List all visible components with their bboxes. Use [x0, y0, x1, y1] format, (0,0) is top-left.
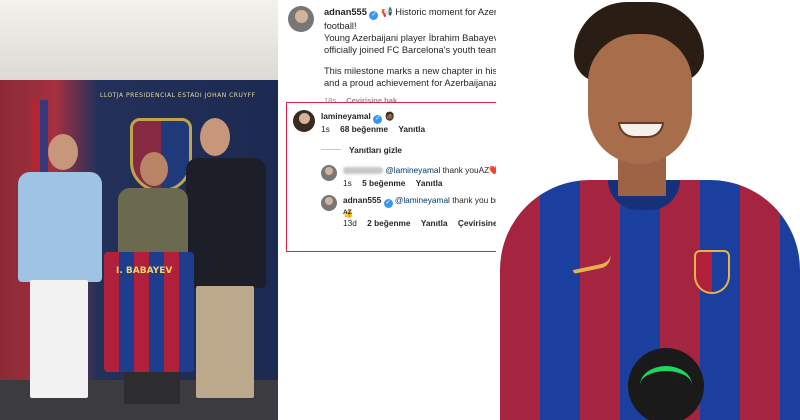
comment-avatar[interactable]	[293, 110, 315, 132]
face	[588, 34, 692, 164]
hide-replies[interactable]: Yanıtları gizle	[321, 145, 402, 156]
reply2-likes[interactable]: 2 beğenme	[367, 218, 410, 228]
verified-icon: ✓	[369, 11, 379, 20]
megaphone-icon: 📢	[381, 7, 393, 17]
ceiling	[0, 0, 278, 80]
reply1-avatar[interactable]	[321, 165, 337, 181]
verified-icon: ✓	[383, 199, 393, 208]
divider-line	[321, 149, 341, 150]
reply2-time: 13d	[343, 218, 357, 228]
sponsor-logo-wave	[640, 366, 692, 404]
reply1-time: 1s	[343, 178, 352, 188]
right-photo	[496, 0, 800, 420]
verified-icon: ✓	[373, 115, 383, 124]
reply1-body: @lamineyamal thank youAZ❤️	[343, 165, 500, 176]
hide-replies-label[interactable]: Yanıtları gizle	[349, 145, 402, 155]
comment-time: 1s	[321, 124, 330, 134]
reply1-reply-button[interactable]: Yanıtla	[416, 178, 443, 188]
reply2-reply-button[interactable]: Yanıtla	[421, 218, 448, 228]
comment-username[interactable]: lamineyamal	[321, 111, 371, 121]
comment-reply-button[interactable]: Yanıtla	[398, 124, 425, 134]
club-badge-icon	[694, 250, 730, 294]
reply1-mention[interactable]: @lamineyamal	[385, 165, 440, 175]
comment-likes[interactable]: 68 beğenme	[340, 124, 388, 134]
comment-text: 🧔🏾	[384, 111, 395, 121]
reply2-username[interactable]: adnan555	[343, 195, 381, 205]
reply1-username-blurred[interactable]	[343, 167, 383, 174]
comment-body: lamineyamal ✓ 🧔🏾	[321, 111, 395, 124]
post-avatar[interactable]	[288, 6, 314, 32]
reply2-mention[interactable]: @lamineyamal	[395, 195, 450, 205]
reply2-text2: AZ	[343, 209, 352, 216]
reply2-avatar[interactable]	[321, 195, 337, 211]
comment-meta: 1s 68 beğenme Yanıtla	[321, 124, 425, 135]
reply1-meta: 1s 5 beğenme Yanıtla	[343, 178, 443, 189]
jersey-name: I. BABAYEV	[116, 266, 173, 276]
reply1-likes[interactable]: 5 beğenme	[362, 178, 405, 188]
wall-sign: LLOTJA PRESIDENCIAL ESTADI JOHAN CRUYFF	[100, 92, 256, 99]
reply2-meta: 13d 2 beğenme Yanıtla Çevirisine bak	[343, 218, 514, 229]
reply1-text: thank youAZ❤️	[442, 165, 500, 175]
post-username[interactable]: adnan555	[324, 7, 367, 17]
left-photo: LLOTJA PRESIDENCIAL ESTADI JOHAN CRUYFF …	[0, 0, 278, 420]
